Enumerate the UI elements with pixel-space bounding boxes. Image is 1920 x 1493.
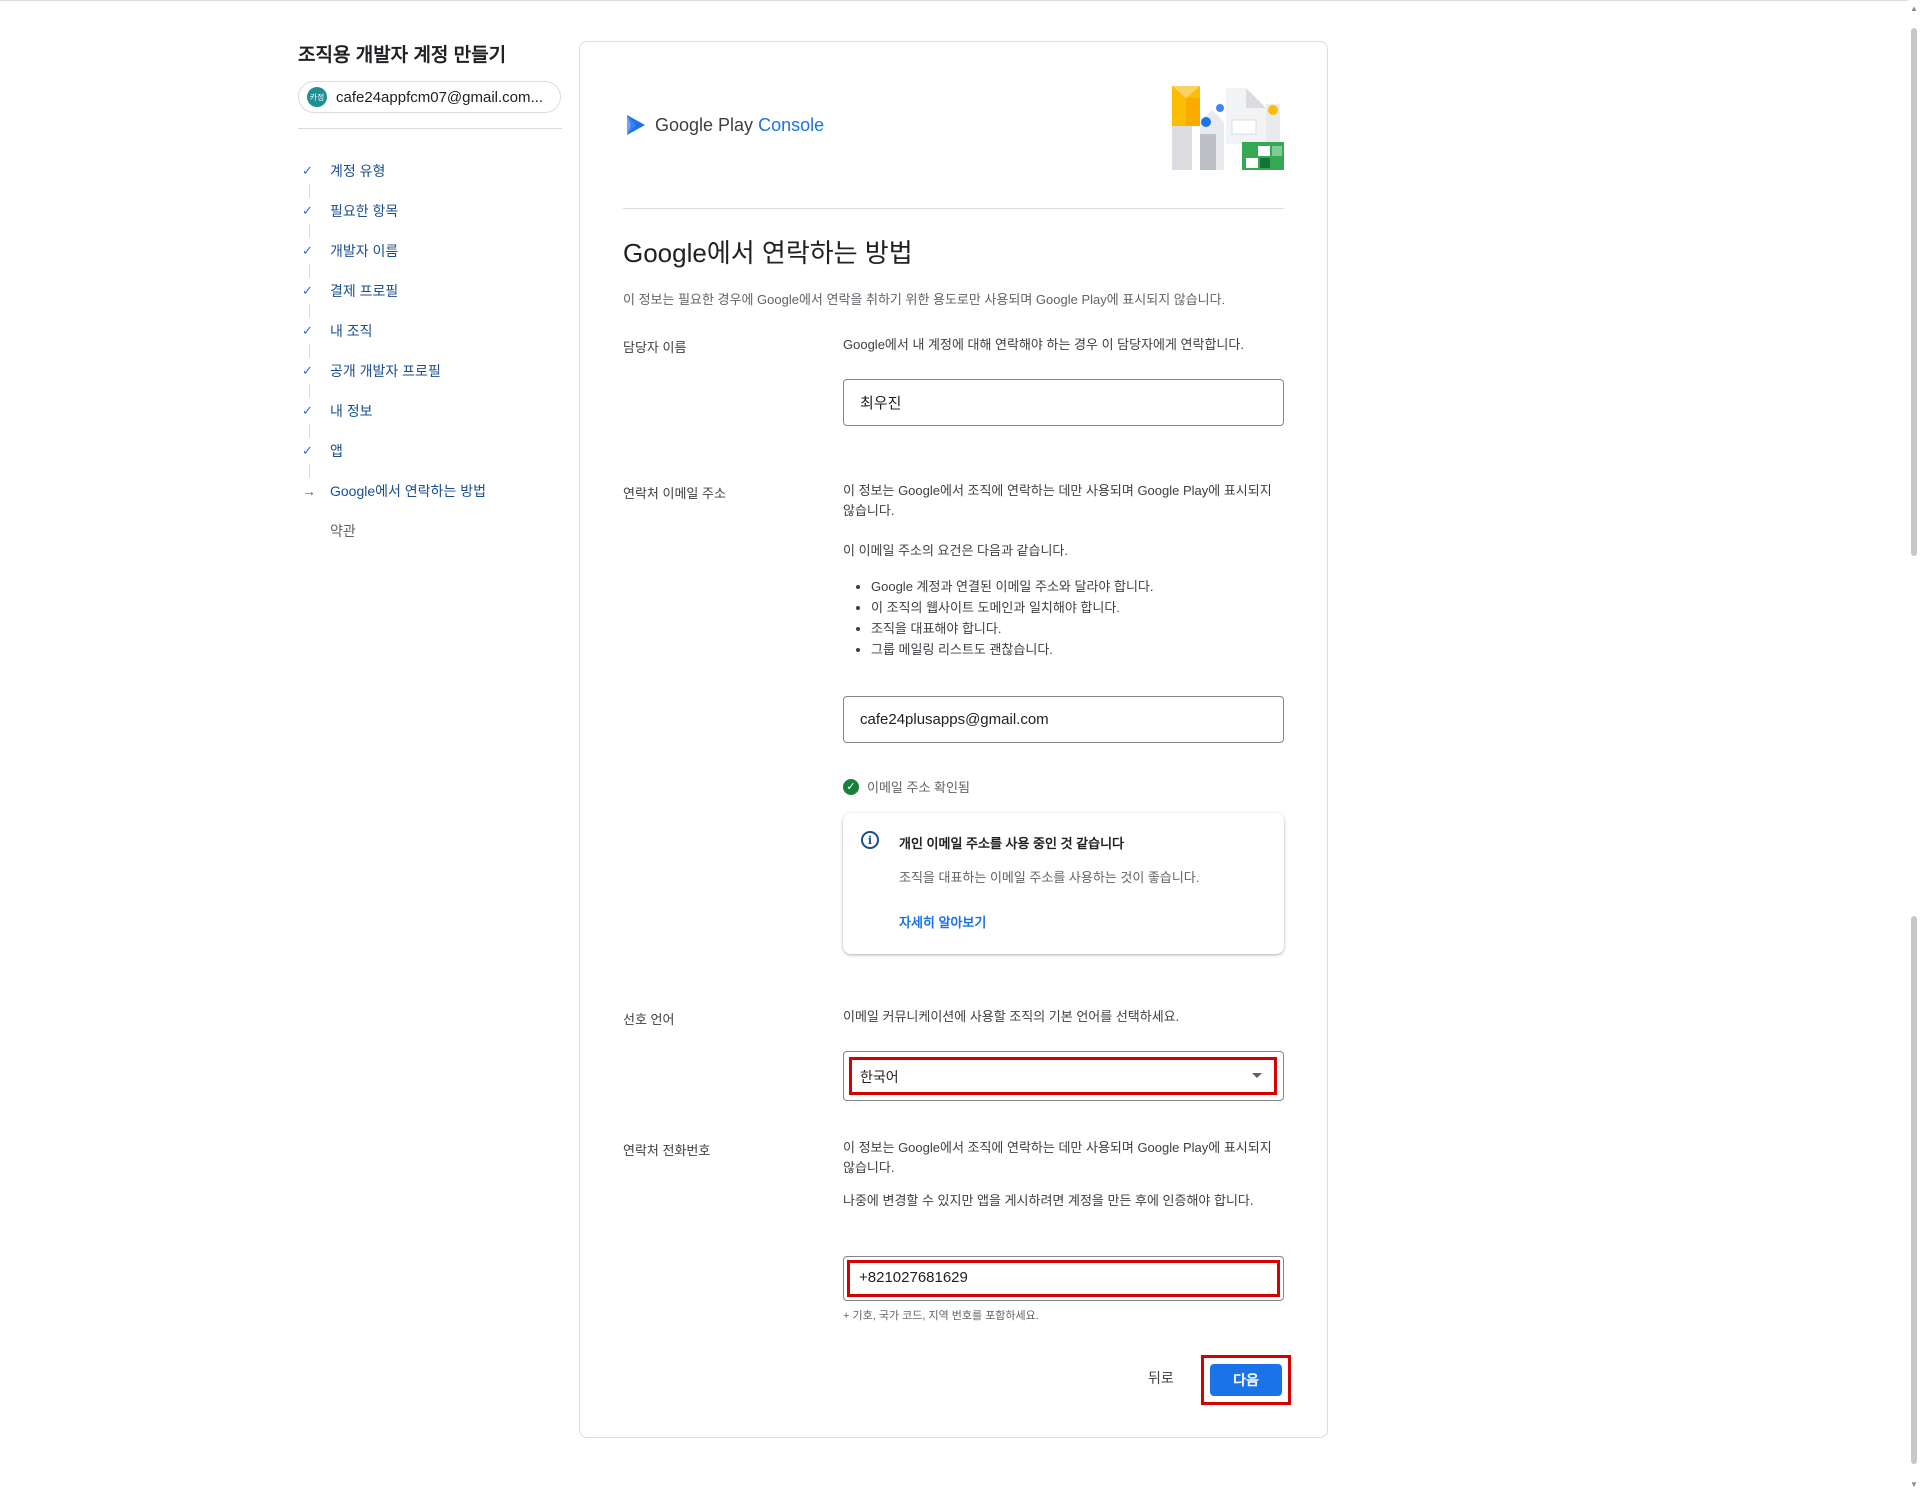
check-icon: ✓	[302, 363, 313, 378]
scroll-down-icon[interactable]: ▼	[1910, 1480, 1918, 1489]
sidebar-step[interactable]: → Google에서 연락하는 방법	[300, 476, 486, 516]
scrollbar-thumb-secondary[interactable]	[1911, 916, 1917, 1464]
header-divider	[623, 208, 1284, 209]
header-illustration	[1170, 84, 1284, 170]
phone-help-2: 나중에 변경할 수 있지만 앱을 게시하려면 계정을 만든 후에 인증해야 합니…	[843, 1193, 1254, 1208]
check-icon: ✓	[302, 323, 313, 338]
sidebar-step[interactable]: ✓ 결제 프로필	[300, 276, 486, 318]
email-verified-status: ✓ 이메일 주소 확인됨	[843, 777, 970, 796]
info-icon: i	[861, 831, 879, 849]
sidebar-step-label: 약관	[330, 523, 356, 539]
requirement-item: 이 조직의 웹사이트 도메인과 일치해야 합니다.	[871, 597, 1291, 618]
contact-email-label: 연락처 이메일 주소	[623, 486, 726, 501]
personal-email-notice: i 개인 이메일 주소를 사용 중인 것 같습니다 조직을 대표하는 이메일 주…	[843, 813, 1284, 954]
sidebar-step-label: 내 정보	[330, 403, 373, 419]
sidebar-step[interactable]: ✓ 내 정보	[300, 396, 486, 438]
check-icon: ✓	[302, 163, 313, 178]
check-icon: ✓	[302, 203, 313, 218]
play-console-logo: Google Play Console	[625, 113, 824, 137]
sidebar-step-label: Google에서 연락하는 방법	[330, 483, 486, 499]
sidebar-step-label: 앱	[330, 443, 343, 459]
page-description: 이 정보는 필요한 경우에 Google에서 연락을 취하기 위한 용도로만 사…	[623, 292, 1226, 307]
sidebar-step[interactable]: 약관	[300, 516, 486, 556]
sidebar-step-label: 공개 개발자 프로필	[330, 363, 441, 379]
check-icon: ✓	[302, 283, 313, 298]
sidebar-title: 조직용 개발자 계정 만들기	[298, 45, 507, 66]
sidebar-step[interactable]: ✓ 개발자 이름	[300, 236, 486, 278]
phone-label: 연락처 전화번호	[623, 1143, 711, 1158]
language-select[interactable]: 한국어	[843, 1051, 1284, 1101]
email-verified-text: 이메일 주소 확인됨	[867, 780, 970, 795]
contact-name-label: 담당자 이름	[623, 340, 687, 355]
contact-email-help: 이 정보는 Google에서 조직에 연락하는 데만 사용되며 Google P…	[843, 483, 1272, 518]
email-requirements-list: Google 계정과 연결된 이메일 주소와 달라야 합니다.이 조직의 웹사이…	[843, 576, 1291, 660]
account-email: cafe24appfcm07@gmail.com...	[336, 88, 543, 106]
contact-name-help: Google에서 내 계정에 대해 연락해야 하는 경우 이 담당자에게 연락합…	[843, 337, 1244, 352]
dropdown-arrow-icon	[1252, 1073, 1262, 1078]
page-title: Google에서 연락하는 방법	[623, 238, 913, 268]
sidebar-step-label: 개발자 이름	[330, 243, 399, 259]
language-label: 선호 언어	[623, 1012, 675, 1027]
sidebar-divider	[298, 128, 562, 129]
notice-body: 조직을 대표하는 이메일 주소를 사용하는 것이 좋습니다.	[899, 870, 1200, 885]
stepper: ✓ 계정 유형 ✓ 필요한 항목 ✓ 개발자 이름 ✓ 결제 프로필 ✓ 내 조직 ✓ 공개 개발자 …	[300, 156, 486, 556]
sidebar-step-label: 필요한 항목	[330, 203, 399, 219]
contact-email-input[interactable]	[843, 696, 1284, 743]
check-icon: ✓	[302, 443, 313, 458]
requirement-item: Google 계정과 연결된 이메일 주소와 달라야 합니다.	[871, 576, 1291, 597]
next-button-highlight: 다음	[1201, 1355, 1291, 1405]
sidebar-step[interactable]: ✓ 공개 개발자 프로필	[300, 356, 486, 398]
check-icon: ✓	[302, 403, 313, 418]
language-selected-value: 한국어	[860, 1069, 899, 1085]
logo-google-play: Google Play	[655, 114, 754, 135]
sidebar-step-label: 계정 유형	[330, 163, 386, 179]
top-border	[0, 0, 1920, 1]
next-button[interactable]: 다음	[1210, 1364, 1282, 1396]
phone-value: +821027681629	[859, 1269, 968, 1286]
back-button[interactable]: 뒤로	[1148, 1368, 1174, 1388]
email-requirements-intro: 이 이메일 주소의 요건은 다음과 같습니다.	[843, 543, 1068, 558]
learn-more-link[interactable]: 자세히 알아보기	[899, 912, 986, 931]
sidebar-step[interactable]: ✓ 내 조직	[300, 316, 486, 358]
requirement-item: 그룹 메일링 리스트도 괜찮습니다.	[871, 639, 1291, 660]
page-scrollbar[interactable]: ▲ ▼	[1908, 0, 1920, 1493]
sidebar-step[interactable]: ✓ 앱	[300, 436, 486, 478]
scrollbar-thumb[interactable]	[1911, 28, 1917, 556]
requirement-item: 조직을 대표해야 합니다.	[871, 618, 1291, 639]
phone-help-1: 이 정보는 Google에서 조직에 연락하는 데만 사용되며 Google P…	[843, 1140, 1272, 1175]
notice-title: 개인 이메일 주소를 사용 중인 것 같습니다	[899, 836, 1124, 851]
arrow-right-icon: →	[302, 483, 316, 499]
sidebar-step[interactable]: ✓ 필요한 항목	[300, 196, 486, 238]
play-console-icon	[627, 115, 645, 135]
phone-hint: + 기호, 국가 코드, 지역 번호를 포함하세요.	[843, 1310, 1039, 1322]
check-icon: ✓	[302, 243, 313, 258]
sidebar-step-label: 결제 프로필	[330, 283, 399, 299]
language-help: 이메일 커뮤니케이션에 사용할 조직의 기본 언어를 선택하세요.	[843, 1009, 1180, 1024]
phone-input[interactable]: +821027681629	[843, 1256, 1284, 1301]
avatar: 카정	[307, 87, 327, 107]
logo-console: Console	[758, 114, 825, 135]
language-select-highlight	[849, 1057, 1277, 1095]
sidebar-step[interactable]: ✓ 계정 유형	[300, 156, 486, 198]
scroll-up-icon[interactable]: ▲	[1910, 4, 1918, 13]
check-circle-icon: ✓	[843, 778, 859, 795]
contact-name-input[interactable]	[843, 379, 1284, 426]
sidebar-step-label: 내 조직	[330, 323, 373, 339]
account-chip[interactable]: 카정 cafe24appfcm07@gmail.com...	[298, 81, 561, 113]
